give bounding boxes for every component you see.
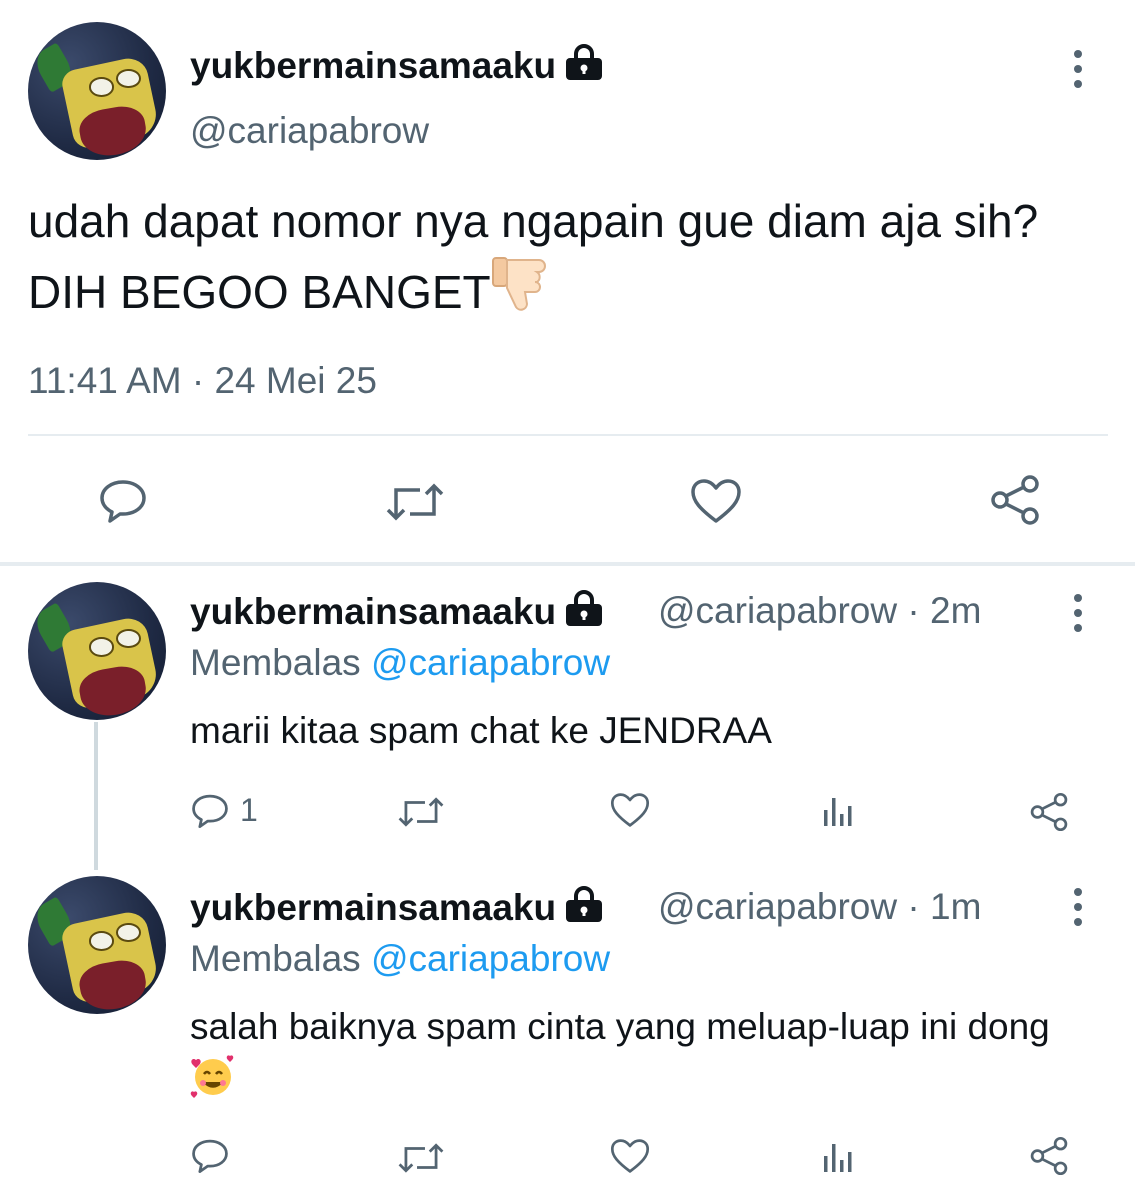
- reply-text-content: salah baiknya spam cinta yang meluap-lua…: [190, 1006, 1050, 1047]
- replying-mention-link[interactable]: @cariapabrow: [371, 642, 610, 683]
- retweet-button[interactable]: [398, 1142, 444, 1174]
- display-name[interactable]: yukbermainsamaaku: [190, 44, 604, 87]
- share-icon: [1030, 792, 1068, 832]
- reply-display-name-text: yukbermainsamaaku: [190, 591, 557, 632]
- replying-label: Membalas: [190, 938, 361, 979]
- reply-display-name[interactable]: yukbermainsamaaku: [190, 590, 604, 633]
- avatar[interactable]: [28, 876, 166, 1014]
- analytics-icon: [824, 798, 852, 826]
- lock-icon: [566, 44, 603, 80]
- section-divider: [0, 562, 1135, 566]
- avatar-eye: [88, 637, 114, 657]
- share-icon: [1030, 1136, 1068, 1176]
- thread-line: [94, 722, 98, 870]
- reply-text: salah baiknya spam cinta yang meluap-lua…: [190, 1002, 1095, 1105]
- like-button[interactable]: [690, 478, 742, 524]
- reply-display-name[interactable]: yukbermainsamaaku: [190, 886, 604, 929]
- reply-button[interactable]: 1: [190, 792, 258, 829]
- avatar-eye: [88, 931, 114, 951]
- reply-button[interactable]: [98, 478, 148, 524]
- avatar[interactable]: [28, 22, 166, 160]
- like-button[interactable]: [610, 1138, 650, 1174]
- handle[interactable]: @cariapabrow: [190, 110, 429, 152]
- replying-label: Membalas: [190, 642, 361, 683]
- like-icon: [691, 479, 741, 523]
- analytics-button[interactable]: [822, 1140, 856, 1174]
- tweet-text: udah dapat nomor nya ngapain gue diam aj…: [28, 188, 1123, 325]
- replying-to: Membalas @cariapabrow: [190, 642, 610, 684]
- lock-icon: [566, 886, 603, 922]
- divider: [28, 434, 1108, 436]
- more-options-icon[interactable]: [1071, 888, 1085, 932]
- display-name-text: yukbermainsamaaku: [190, 45, 557, 86]
- replying-mention-link[interactable]: @cariapabrow: [371, 938, 610, 979]
- replying-to: Membalas @cariapabrow: [190, 938, 610, 980]
- reply-text: marii kitaa spam chat ke JENDRAA: [190, 710, 772, 751]
- reply-icon: [192, 1139, 228, 1174]
- reply-count: 1: [240, 792, 258, 828]
- reply-icon: [192, 794, 228, 828]
- more-options-icon[interactable]: [1071, 50, 1085, 94]
- reply-display-name-text: yukbermainsamaaku: [190, 887, 557, 928]
- share-button[interactable]: [1028, 792, 1070, 832]
- reply-button[interactable]: [190, 1138, 230, 1174]
- share-button[interactable]: [1028, 1136, 1070, 1176]
- reply-handle-time[interactable]: @cariapabrow · 2m: [658, 590, 981, 632]
- avatar[interactable]: [28, 582, 166, 720]
- like-icon: [610, 1139, 650, 1173]
- more-options-icon[interactable]: [1071, 594, 1085, 638]
- reply-icon: [100, 480, 146, 523]
- share-button[interactable]: [988, 474, 1042, 526]
- analytics-button[interactable]: [822, 794, 856, 828]
- tweet-timestamp[interactable]: 11:41 AM · 24 Mei 25: [28, 360, 377, 402]
- share-icon: [991, 475, 1039, 525]
- like-button[interactable]: [610, 792, 650, 828]
- retweet-icon: [386, 483, 444, 521]
- reply-handle-time[interactable]: @cariapabrow · 1m: [658, 886, 981, 928]
- retweet-icon: [398, 797, 444, 827]
- analytics-icon: [824, 1144, 852, 1172]
- retweet-button[interactable]: [386, 482, 444, 522]
- thumbs-down-emoji: [491, 257, 546, 311]
- like-icon: [610, 793, 650, 827]
- retweet-icon: [398, 1143, 444, 1173]
- lock-icon: [566, 590, 603, 626]
- retweet-button[interactable]: [398, 796, 444, 828]
- smiling-face-with-hearts-emoji: [190, 1055, 234, 1098]
- avatar-eye: [88, 77, 114, 97]
